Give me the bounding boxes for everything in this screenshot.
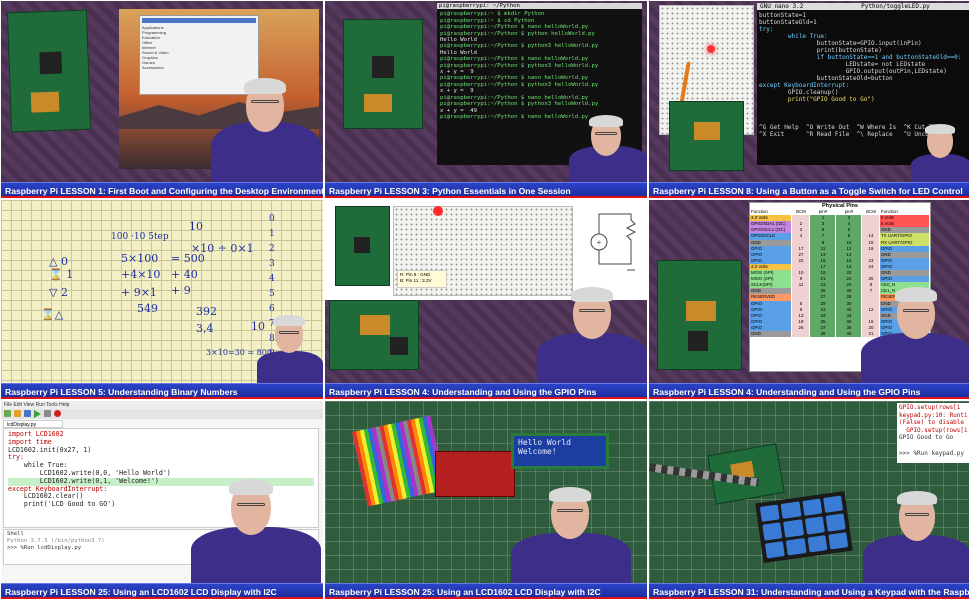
led-red xyxy=(707,45,715,53)
terminal-output: pi@raspberrypi:~ $ mkdir Python pi@raspbe… xyxy=(440,11,639,120)
led-red xyxy=(433,206,443,216)
nano-filename: Python/toggleLED.py xyxy=(861,3,930,10)
lesson-5-scene: △ 0 ⌛ 1 ▽ 2 ⌛△ 100 ·10 5tep 5×100 +4×10 … xyxy=(1,200,323,383)
nano-code-line: if buttonState==1 and buttonStateOld==0: xyxy=(759,54,962,61)
presenter xyxy=(537,283,647,383)
lesson-31-thumbnail[interactable]: GPIO.setup(rows[i keypad.py:10: Runti (Fal… xyxy=(648,400,970,600)
new-file-icon[interactable] xyxy=(4,410,11,417)
pin-cell: GND xyxy=(750,330,792,338)
lcd-display: Hello World Welcome! xyxy=(511,433,609,469)
nano-code-line: LEDstate= not LEDstate xyxy=(759,61,926,68)
lcd-line-2: Welcome! xyxy=(518,447,557,456)
pin-cell: 39 xyxy=(810,330,836,338)
nano-code-line: GPIO.output(outPin,LEDstate) xyxy=(759,68,947,75)
lesson-31-scene: GPIO.setup(rows[i keypad.py:10: Runti (Fal… xyxy=(649,401,969,583)
lesson-5-thumbnail[interactable]: △ 0 ⌛ 1 ▽ 2 ⌛△ 100 ·10 5tep 5×100 +4×10 … xyxy=(0,199,324,400)
nano-shortcuts: ^G Get Help ^O Write Out ^W Where Is ^K … xyxy=(759,124,936,138)
svg-text:+: + xyxy=(597,238,602,247)
lesson-4b-title[interactable]: Raspberry Pi LESSON 4: Understanding and… xyxy=(649,383,969,399)
keypad xyxy=(755,491,853,563)
nano-code: buttonState=1 buttonStateOld=1 try: while … xyxy=(759,12,967,103)
nano-version: GNU nano 3.2 xyxy=(760,3,804,10)
nano-code-line: print("GPIO Good to Go") xyxy=(759,96,875,103)
lesson-4a-title[interactable]: Raspberry Pi LESSON 4: Understanding and… xyxy=(325,383,647,399)
lesson-1-thumbnail[interactable]: Applications Programming Education Office In… xyxy=(0,0,324,199)
editor-tab[interactable]: lcdDisplay.py xyxy=(3,420,63,428)
presenter xyxy=(569,112,647,182)
lesson-31-title[interactable]: Raspberry Pi LESSON 31: Understanding an… xyxy=(649,583,969,599)
presenter xyxy=(863,487,969,583)
nano-code-line: print(buttonState) xyxy=(759,47,882,54)
gpio-note: R: Pin 9 : GND B: Pin 11 : 3.3V xyxy=(397,270,447,288)
nano-code-line: buttonState=1 xyxy=(759,12,806,19)
nano-code-line: GPIO.cleanup() xyxy=(759,89,839,96)
gpio-breakout-board xyxy=(435,451,515,497)
lesson-4b-scene: Physical Pins Function BCM pin# pin# BCM Func… xyxy=(649,200,969,383)
stop-icon[interactable] xyxy=(54,410,61,417)
nano-code-line: while True: xyxy=(759,33,828,40)
lesson-8-title[interactable]: Raspberry Pi LESSON 8: Using a Button as… xyxy=(649,182,969,198)
presenter xyxy=(211,72,321,182)
open-file-icon[interactable] xyxy=(14,410,21,417)
lesson-25a-title[interactable]: Raspberry Pi LESSON 25: Using an LCD1602… xyxy=(1,583,323,599)
lesson-4a-thumbnail[interactable]: R: Pin 9 : GND B: Pin 11 : 3.3V + Raspber… xyxy=(324,199,648,400)
raspberry-pi-board xyxy=(657,260,742,370)
presenter xyxy=(861,283,969,383)
nano-code-line: except KeyboardInterrupt: xyxy=(759,82,850,89)
lesson-25b-scene: Hello World Welcome! xyxy=(325,401,647,583)
python-shell: GPIO.setup(rows[i keypad.py:10: Runti (Fal… xyxy=(897,403,969,463)
lesson-5-title[interactable]: Raspberry Pi LESSON 5: Understanding Bin… xyxy=(1,383,323,399)
shell-line: GPIO.setup(rows[i xyxy=(899,426,968,434)
shell-line: keypad.py:10: Runti xyxy=(899,411,968,419)
shell-line: >>> %Run keypad.py xyxy=(899,449,965,457)
nano-code-line: buttonStateOld=button xyxy=(759,75,893,82)
presenter xyxy=(511,483,631,583)
lesson-3-title[interactable]: Raspberry Pi LESSON 3: Python Essentials… xyxy=(325,182,647,198)
video-thumbnail-grid: Applications Programming Education Office In… xyxy=(0,0,970,600)
raspberry-pi-board xyxy=(6,9,92,133)
ide-toolbar xyxy=(1,409,323,419)
presenter xyxy=(257,313,323,383)
lesson-3-scene: pi@raspberrypi: ~/Python pi@raspberrypi:~… xyxy=(325,1,647,182)
debug-icon[interactable] xyxy=(44,410,51,417)
nano-code-line: buttonStateOld=1 xyxy=(759,19,817,26)
raspberry-pi-board xyxy=(343,19,423,129)
shell-line: GPIO.setup(rows[i xyxy=(899,404,961,411)
lesson-8-thumbnail[interactable]: GNU nano 3.2 Python/toggleLED.py buttonSt… xyxy=(648,0,970,199)
code-line: LCD1602.init(0x27, 1) xyxy=(8,445,92,454)
ide-menubar: File Edit View Run Tools Help xyxy=(1,401,323,409)
nano-code-line: buttonState=GPIO.input(inPin) xyxy=(759,40,922,47)
code-line: import LCD1602 xyxy=(8,430,64,438)
raspberry-pi-board xyxy=(329,300,419,370)
ribbon-cable xyxy=(351,415,447,507)
lesson-1-scene: Applications Programming Education Office In… xyxy=(1,1,323,182)
lesson-25a-scene: File Edit View Run Tools Help lcdDisplay… xyxy=(1,401,323,583)
shell-line: (False) to disable xyxy=(899,419,965,427)
lesson-25b-thumbnail[interactable]: Hello World Welcome! Raspberry Pi LESSON… xyxy=(324,400,648,600)
presenter xyxy=(911,122,969,182)
presenter xyxy=(191,473,321,583)
pin-cell: 40 xyxy=(836,330,862,338)
pin-cell xyxy=(792,330,810,338)
run-icon[interactable] xyxy=(34,410,41,418)
lesson-3-thumbnail[interactable]: pi@raspberrypi: ~/Python pi@raspberrypi:~… xyxy=(324,0,648,199)
shell-line: GPIO Good to Go xyxy=(899,434,954,442)
save-icon[interactable] xyxy=(24,410,31,417)
schematic: + xyxy=(590,213,637,271)
nano-code-line: try: xyxy=(759,26,774,33)
lesson-1-title[interactable]: Raspberry Pi LESSON 1: First Boot and Co… xyxy=(1,182,323,198)
lcd-line-1: Hello World xyxy=(518,438,571,447)
lesson-4a-scene: R: Pin 9 : GND B: Pin 11 : 3.3V + xyxy=(325,200,647,383)
terminal-title: pi@raspberrypi: ~/Python xyxy=(437,3,642,10)
lesson-8-scene: GNU nano 3.2 Python/toggleLED.py buttonSt… xyxy=(649,1,969,182)
lesson-25a-thumbnail[interactable]: File Edit View Run Tools Help lcdDisplay… xyxy=(0,400,324,600)
raspberry-pi-board xyxy=(669,101,744,171)
raspberry-pi-illustration xyxy=(335,206,390,286)
lesson-4b-thumbnail[interactable]: Physical Pins Function BCM pin# pin# BCM Func… xyxy=(648,199,970,400)
lesson-25b-title[interactable]: Raspberry Pi LESSON 25: Using an LCD1602… xyxy=(325,583,647,599)
